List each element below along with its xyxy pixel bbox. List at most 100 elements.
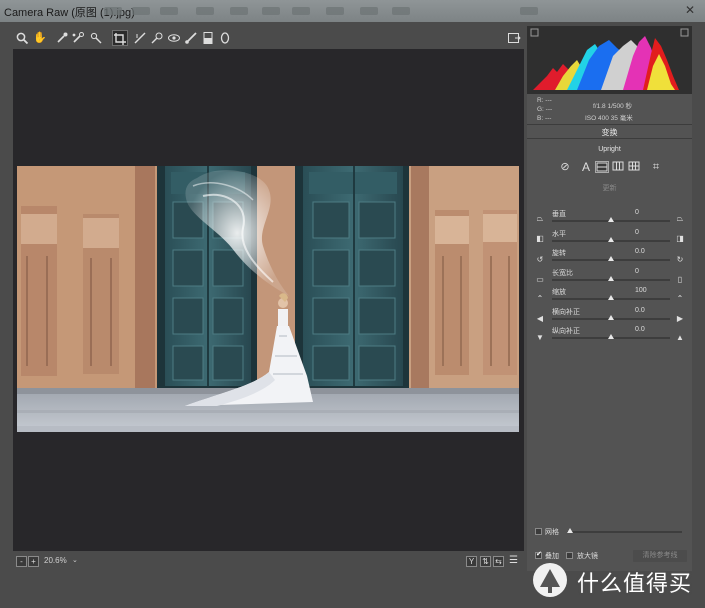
spot-removal-tool-icon[interactable] (149, 30, 165, 46)
menu-item[interactable] (262, 7, 280, 15)
upright-guided-icon[interactable]: ⌗ (649, 161, 663, 173)
watermark-text: 什么值得买 (577, 571, 693, 596)
slider-value[interactable]: 0 (635, 209, 671, 216)
iso-info: ISO 400 35 毫米 (585, 115, 633, 122)
slider-thumb[interactable] (608, 275, 614, 281)
panel-title: 变换 (601, 128, 618, 137)
histogram (527, 26, 692, 94)
slider-value[interactable]: 0 (635, 268, 671, 275)
slider-thumb[interactable] (608, 256, 614, 261)
offset-up-icon: ▲ (676, 333, 684, 342)
zoom-in-button[interactable]: + (28, 556, 39, 567)
slider-value[interactable]: 0.0 (635, 326, 671, 333)
grid-slider-track[interactable] (567, 531, 682, 533)
menu-item[interactable] (132, 7, 150, 15)
menu-item[interactable] (230, 7, 248, 15)
toolbar: ✋ (10, 28, 525, 48)
readout-b: B: --- (537, 115, 552, 122)
adjustment-brush-icon[interactable] (183, 30, 199, 46)
aspect-tall-icon: ▯ (677, 275, 683, 284)
slider-label: 垂直 (552, 211, 566, 218)
menu-item[interactable] (160, 7, 178, 15)
slider-thumb[interactable] (608, 295, 614, 300)
shadow-clipping-icon (530, 28, 539, 37)
divider (527, 124, 692, 125)
zoom-level[interactable]: 20.6% (44, 556, 67, 565)
readout-r: R: --- (537, 97, 552, 104)
slider-thumb[interactable] (608, 314, 614, 320)
red-eye-tool-icon[interactable] (166, 30, 182, 46)
upright-auto-icon[interactable]: A (579, 161, 593, 173)
clear-guides-button[interactable]: 清除参考线 (633, 550, 687, 562)
grid-slider-thumb[interactable] (567, 528, 573, 533)
vertical-right-icon: ⏢ (676, 214, 684, 223)
menu-item[interactable] (326, 7, 344, 15)
horizontal-right-icon: ◨ (676, 234, 684, 243)
update-button[interactable]: 更新 (527, 183, 692, 193)
slider-thumb[interactable] (608, 334, 614, 339)
zoom-dropdown-icon[interactable]: ⌄ (72, 556, 78, 564)
exposure-info: f/1.8 1/500 秒 (593, 103, 633, 110)
overlay-label: 叠加 (545, 553, 559, 560)
upright-vertical-icon[interactable] (611, 161, 625, 173)
slider-value[interactable]: 0.0 (635, 307, 671, 314)
statusbar: - + 20.6% ⌄ Y ⇅ ⇆ ☰ (10, 554, 525, 570)
slider-value[interactable]: 0 (635, 229, 671, 236)
upright-off-icon[interactable]: ⊘ (558, 161, 572, 173)
open-preferences-icon[interactable] (506, 30, 522, 46)
close-icon[interactable]: ✕ (683, 3, 697, 17)
rotate-left-icon: ↺ (536, 255, 544, 264)
offset-down-icon: ▼ (536, 333, 544, 342)
loupe-checkbox[interactable] (566, 552, 573, 559)
hand-tool-icon[interactable]: ✋ (32, 30, 48, 46)
upright-label: Upright (598, 146, 621, 153)
graduated-filter-icon[interactable] (200, 30, 216, 46)
vertical-left-icon: ⏢ (536, 214, 544, 223)
upright-level-icon[interactable] (595, 161, 609, 173)
swap-settings-icon[interactable]: ⇅ (480, 556, 491, 567)
slider-label: 水平 (552, 230, 566, 238)
targeted-adjustment-tool-icon[interactable] (88, 30, 104, 46)
grid-checkbox[interactable] (535, 528, 542, 535)
watermark-logo-icon (533, 563, 567, 597)
loupe-label: 放大镜 (577, 553, 598, 560)
slider-value[interactable]: 0.0 (635, 248, 671, 255)
menu-item[interactable] (520, 7, 538, 15)
menu-item[interactable] (104, 7, 122, 15)
slider-label: 横向补正 (552, 308, 580, 316)
grid-label: 网格 (545, 529, 559, 536)
horizontal-left-icon: ◧ (536, 234, 544, 243)
window-titlebar: Camera Raw (原图 (1).jpg) ✕ (0, 0, 705, 22)
before-after-view-button[interactable]: Y (466, 556, 477, 567)
upright-full-icon[interactable] (627, 161, 641, 173)
scale-large-icon: ⌃ (676, 294, 684, 303)
slider-label: 长宽比 (552, 269, 573, 277)
rotate-right-icon: ↻ (676, 255, 684, 264)
slider-label: 旋转 (552, 250, 566, 257)
readout-g: G: --- (537, 106, 553, 113)
radial-filter-icon[interactable] (217, 30, 233, 46)
color-sampler-tool-icon[interactable] (70, 30, 86, 46)
slider-thumb[interactable] (608, 236, 614, 242)
zoom-tool-icon[interactable] (14, 30, 30, 46)
aspect-wide-icon: ▭ (536, 275, 544, 284)
zoom-out-button[interactable]: - (16, 556, 27, 567)
copy-settings-icon[interactable]: ⇆ (493, 556, 504, 567)
slider-value[interactable]: 100 (635, 287, 671, 294)
straighten-tool-icon[interactable] (132, 30, 148, 46)
menu-item[interactable] (292, 7, 310, 15)
divider (527, 138, 692, 139)
menu-item[interactable] (392, 7, 410, 15)
menu-item[interactable] (196, 7, 214, 15)
overlay-checkbox[interactable] (535, 550, 542, 559)
crop-tool-icon[interactable] (112, 30, 128, 46)
menu-item[interactable] (360, 7, 378, 15)
adjustment-panel: R: --- G: --- B: --- f/1.8 1/500 秒 ISO 4… (527, 26, 692, 571)
white-balance-tool-icon[interactable] (54, 30, 70, 46)
watermark: 什么值得买 (533, 563, 698, 599)
offset-right-icon: ▶ (676, 314, 684, 323)
view-menu-icon[interactable]: ☰ (508, 556, 519, 567)
slider-thumb[interactable] (608, 217, 614, 222)
slider-label: 缩放 (552, 289, 566, 296)
scale-small-icon: ⌃ (536, 294, 544, 303)
